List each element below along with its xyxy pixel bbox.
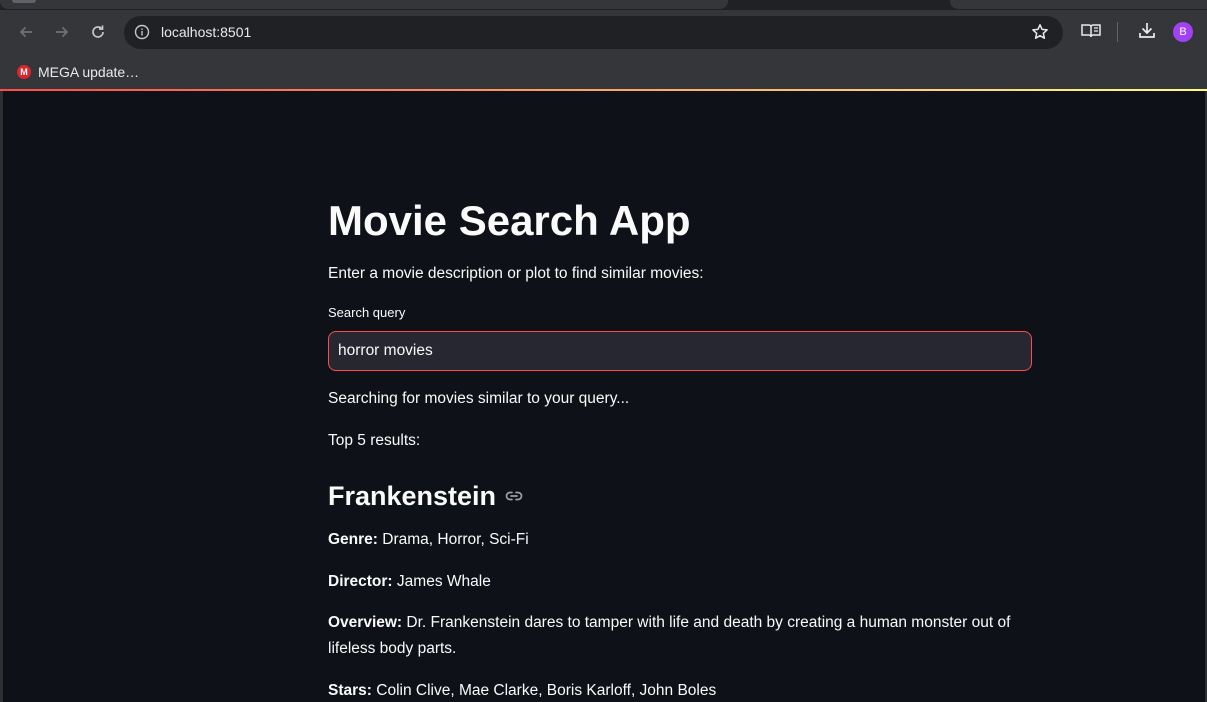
reload-icon [92,25,104,38]
forward-button[interactable] [48,18,76,46]
director-value: James Whale [396,573,491,590]
movie-genre: Genre: Drama, Horror, Sci-Fi [328,527,529,553]
results-header: Top 5 results: [328,432,421,449]
reading-mode-icon[interactable] [1080,20,1102,47]
site-info-icon[interactable] [134,24,150,45]
intro-text: Enter a movie description or plot to fin… [328,265,704,282]
bookmark-mega[interactable]: M MEGA update… [17,61,139,83]
reload-button[interactable] [84,18,112,46]
movie-overview: Overview: Dr. Frankenstein dares to tamp… [328,610,1032,662]
arrow-right-icon [56,26,69,38]
bookmark-star-icon[interactable] [1031,23,1049,46]
tab-favicon [12,0,36,3]
director-label: Director: [328,573,393,590]
toolbar-separator [1117,22,1118,42]
browser-tab-active[interactable] [0,0,728,9]
genre-value: Drama, Horror, Sci-Fi [382,531,529,548]
page-title: Movie Search App [328,197,691,244]
tab-strip [0,0,1207,10]
browser-tab[interactable] [950,0,1207,9]
search-label: Search query [328,305,406,320]
stars-label: Stars: [328,682,372,699]
address-bar[interactable]: localhost:8501 [124,16,1063,49]
anchor-link-icon[interactable] [504,486,524,506]
profile-avatar[interactable]: B [1173,22,1193,42]
movie-title-text: Frankenstein [328,481,497,511]
mega-logo-icon: M [17,65,31,79]
movie-director: Director: James Whale [328,569,491,595]
app-header-decoration [0,89,1207,91]
window-border-left [0,91,3,702]
movie-title: Frankenstein [328,479,524,513]
genre-label: Genre: [328,531,378,548]
download-icon[interactable] [1137,20,1157,45]
browser-toolbar: localhost:8501 B [0,10,1207,55]
overview-label: Overview: [328,614,403,631]
movie-stars: Stars: Colin Clive, Mae Clarke, Boris Ka… [328,678,716,702]
bookmark-label: MEGA update… [38,64,140,80]
url-text[interactable]: localhost:8501 [161,24,251,41]
status-text: Searching for movies similar to your que… [328,390,630,407]
overview-value: Dr. Frankenstein dares to tamper with li… [328,614,1011,657]
stars-value: Colin Clive, Mae Clarke, Boris Karloff, … [376,682,717,699]
bookmarks-bar: M MEGA update… [0,55,1207,89]
back-button[interactable] [12,18,40,46]
search-input[interactable] [328,331,1032,371]
arrow-left-icon [19,26,32,38]
